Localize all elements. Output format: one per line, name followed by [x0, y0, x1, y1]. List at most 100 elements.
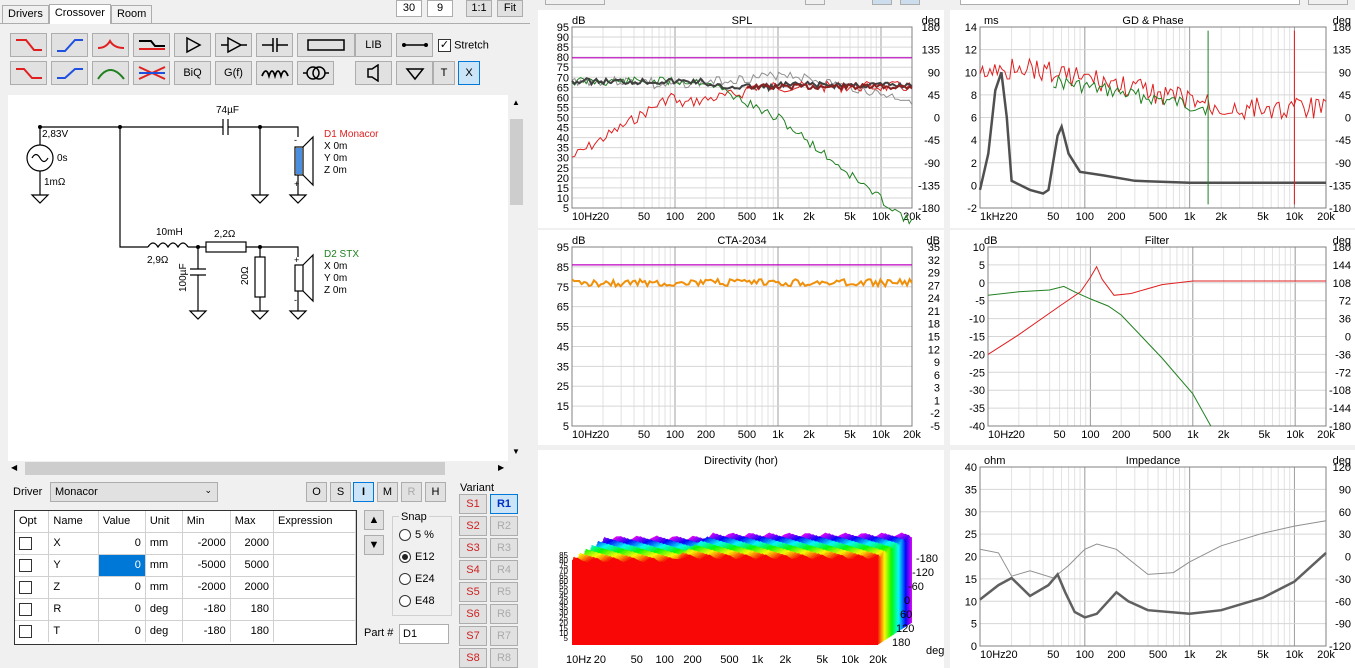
schematic-canvas[interactable]: 2,83V 0s 1mΩ 74µF 10mH 2,9Ω 2,2Ω 100µF 2… — [8, 95, 508, 461]
scroll-left-icon[interactable]: ◀ — [11, 463, 17, 472]
schematic-hscroll[interactable]: ◀ ▶ — [8, 461, 510, 476]
row-max[interactable]: 180 — [230, 619, 275, 642]
row-min[interactable]: -5000 — [182, 553, 231, 576]
cap1-value[interactable]: 74µF — [216, 105, 239, 116]
inductor-button[interactable] — [256, 61, 293, 85]
row-expression[interactable] — [273, 597, 356, 620]
variant-r5-button[interactable]: R5 — [490, 582, 518, 602]
allpass-button[interactable] — [51, 61, 88, 85]
variant-s2-button[interactable]: S2 — [459, 516, 487, 536]
table-row[interactable]: Y 0 mm -5000 5000 — [15, 553, 356, 576]
spl-chart[interactable]: SPL dB deg 95 90 85 80 75 70 65 60 55 50 45 40 35 30 25 20… — [538, 10, 944, 228]
opt-checkbox[interactable] — [15, 531, 50, 554]
row-value[interactable]: 0 — [98, 531, 146, 554]
inductor-value[interactable]: 10mH — [156, 227, 183, 238]
notch-button[interactable] — [133, 61, 170, 85]
opt-checkbox[interactable] — [15, 597, 50, 620]
highpass-1-button[interactable] — [10, 33, 47, 57]
tab-drivers[interactable]: Drivers — [2, 5, 49, 23]
snap-option-5pct[interactable]: 5 % — [399, 529, 434, 542]
d2-name[interactable]: D2 STX — [324, 249, 359, 260]
tab-room[interactable]: Room — [110, 5, 153, 23]
variant-s6-button[interactable]: S6 — [459, 604, 487, 624]
snap-option-e24[interactable]: E24 — [399, 573, 435, 586]
variant-s8-button[interactable]: S8 — [459, 648, 487, 668]
lib-button[interactable]: LIB — [355, 33, 392, 57]
opt-checkbox[interactable] — [15, 553, 50, 576]
capacitor-button[interactable] — [256, 33, 293, 57]
row-value[interactable]: 0 — [98, 553, 146, 576]
opamp-button[interactable] — [215, 33, 252, 57]
row-max[interactable]: 5000 — [230, 553, 275, 576]
fit-button[interactable]: Fit — [497, 0, 523, 17]
driver-select[interactable]: Monacor ⌄ — [50, 482, 218, 502]
variant-s1-button[interactable]: S1 — [459, 494, 487, 514]
variant-r7-button[interactable]: R7 — [490, 626, 518, 646]
opt-checkbox[interactable] — [15, 619, 50, 642]
opt-checkbox[interactable] — [15, 575, 50, 598]
row-min[interactable]: -180 — [182, 619, 231, 642]
source-voltage[interactable]: 2,83V — [42, 129, 68, 140]
part-input[interactable]: D1 — [399, 624, 449, 644]
filter-chart[interactable]: Filter dB deg 10 5 0 -5 -10 -15 -20 -25 -30 -35 -40 18… — [950, 230, 1355, 445]
snap-option-e12[interactable]: E12 — [399, 551, 435, 564]
schematic-vscroll[interactable]: ▲ ▼ — [509, 95, 524, 461]
gf-button[interactable]: G(f) — [215, 61, 252, 85]
step-button[interactable] — [133, 33, 170, 57]
ratio-button[interactable]: 1:1 — [466, 0, 492, 17]
vscroll-thumb[interactable] — [510, 119, 523, 205]
variant-r4-button[interactable]: R4 — [490, 560, 518, 580]
mode-s-button[interactable]: S — [330, 482, 351, 502]
scroll-right-icon[interactable]: ▶ — [498, 463, 504, 472]
x-button[interactable]: X — [458, 61, 480, 85]
move-up-button[interactable]: ▲ — [364, 510, 384, 530]
row-value[interactable]: 0 — [98, 575, 146, 598]
variant-r3-button[interactable]: R3 — [490, 538, 518, 558]
variant-r8-button[interactable]: R8 — [490, 648, 518, 668]
row-value[interactable]: 0 — [98, 619, 146, 642]
source-delay[interactable]: 0s — [57, 153, 68, 164]
cap2-value[interactable]: 100µF — [178, 263, 189, 292]
move-down-button[interactable]: ▼ — [364, 535, 384, 555]
variant-r1-button[interactable]: R1 — [490, 494, 518, 514]
impedance-chart[interactable]: Impedance ohm deg 40 35 30 25 20 15 10 5 0 120 90 60 30… — [950, 450, 1355, 668]
row-max[interactable]: 180 — [230, 597, 275, 620]
biq-button[interactable]: BiQ — [174, 61, 211, 85]
source-resistance[interactable]: 1mΩ — [44, 177, 66, 188]
inductor-resistance[interactable]: 2,9Ω — [147, 255, 169, 266]
table-row[interactable]: T 0 deg -180 180 — [15, 619, 356, 642]
row-expression[interactable] — [273, 575, 356, 598]
table-row[interactable]: Z 0 mm -2000 2000 — [15, 575, 356, 598]
row-min[interactable]: -2000 — [182, 531, 231, 554]
row-expression[interactable] — [273, 553, 356, 576]
mode-r-button[interactable]: R — [401, 482, 422, 502]
speaker-button[interactable] — [355, 61, 392, 85]
scroll-down-icon[interactable]: ▼ — [512, 447, 520, 456]
mode-o-button[interactable]: O — [306, 482, 327, 502]
cta2034-chart[interactable]: CTA-2034 dB dB 95 85 75 65 55 45 35 25 15 5 35 32 29 27 2… — [538, 230, 944, 445]
num-field-1[interactable]: 30 — [396, 0, 422, 17]
tab-crossover[interactable]: Crossover — [48, 4, 111, 24]
buffer-button[interactable] — [174, 33, 211, 57]
row-min[interactable]: -180 — [182, 597, 231, 620]
variant-s7-button[interactable]: S7 — [459, 626, 487, 646]
gd-phase-chart[interactable]: GD & Phase ms deg 14 12 10 8 6 4 2 0 -2 180 135 90 45 0-… — [950, 10, 1355, 228]
row-value[interactable]: 0 — [98, 597, 146, 620]
mode-h-button[interactable]: H — [425, 482, 446, 502]
row-min[interactable]: -2000 — [182, 575, 231, 598]
variant-r6-button[interactable]: R6 — [490, 604, 518, 624]
row-max[interactable]: 2000 — [230, 575, 275, 598]
row-expression[interactable] — [273, 531, 356, 554]
stretch-checkbox[interactable]: ✓ Stretch — [438, 39, 489, 52]
variant-r2-button[interactable]: R2 — [490, 516, 518, 536]
t-button[interactable]: T — [433, 61, 455, 85]
variant-s5-button[interactable]: S5 — [459, 582, 487, 602]
wire-button[interactable] — [396, 33, 433, 57]
transformer-button[interactable] — [297, 61, 334, 85]
mode-m-button[interactable]: M — [377, 482, 398, 502]
variant-s3-button[interactable]: S3 — [459, 538, 487, 558]
resistor-button[interactable] — [297, 33, 355, 57]
table-row[interactable]: R 0 deg -180 180 — [15, 597, 356, 620]
bandpass-button[interactable] — [92, 61, 129, 85]
variant-s4-button[interactable]: S4 — [459, 560, 487, 580]
